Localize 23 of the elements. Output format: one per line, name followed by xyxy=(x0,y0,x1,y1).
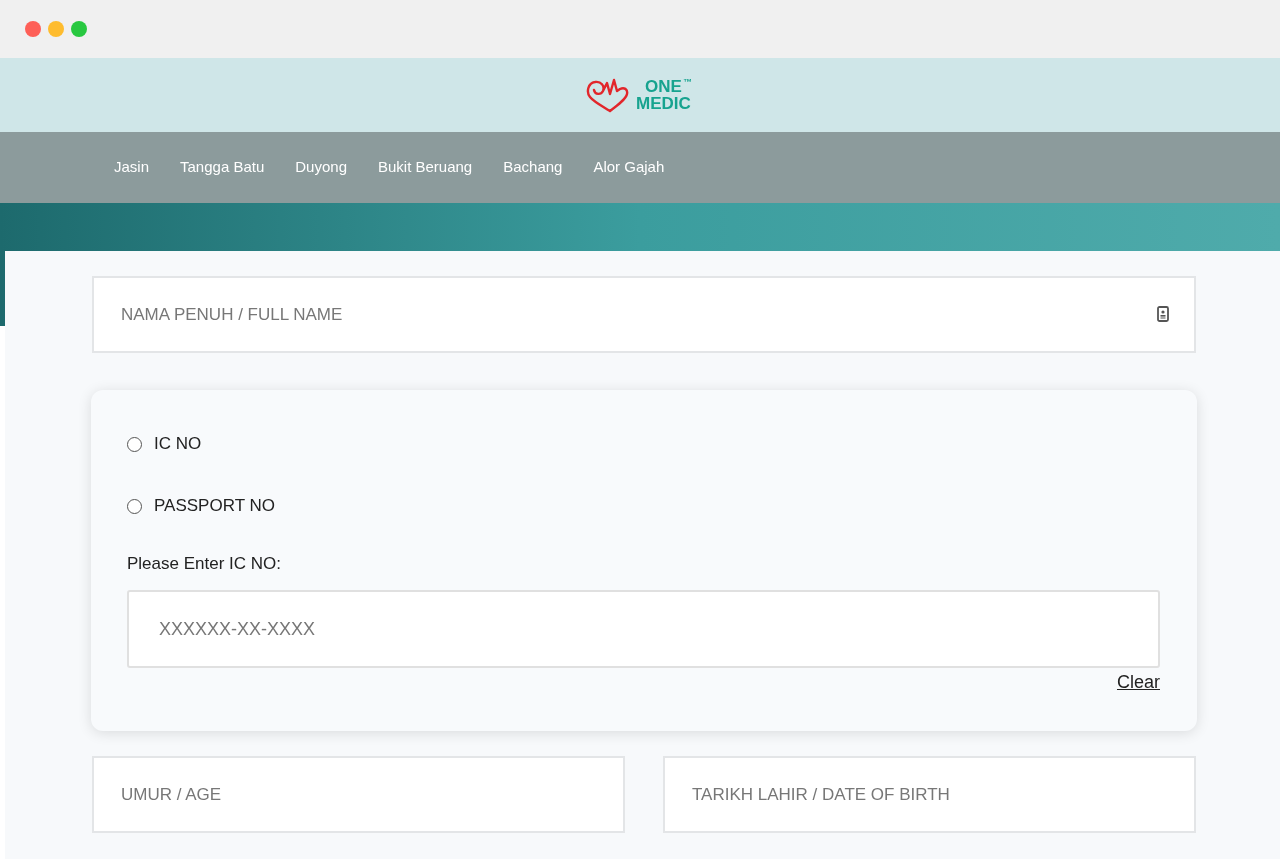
ic-number-field[interactable]: XXXXXX-XX-XXXX xyxy=(127,590,1160,668)
option-label[interactable]: IC NO xyxy=(154,434,202,454)
nav-link[interactable]: Jasin xyxy=(114,156,150,179)
id-card-icon xyxy=(1157,306,1169,322)
nav-link[interactable]: Duyong xyxy=(295,156,347,179)
full-name-field[interactable]: NAMA PENUH / FULL NAME xyxy=(92,276,1196,353)
age-field[interactable]: UMUR / AGE xyxy=(92,756,625,833)
option-label[interactable]: PASSPORT NO xyxy=(154,496,275,516)
field-label: Please Enter IC NO: xyxy=(127,554,281,574)
nav-link[interactable]: Tangga Batu xyxy=(180,156,265,179)
nav-link[interactable]: Alor Gajah xyxy=(593,156,665,179)
close-button[interactable] xyxy=(25,21,41,37)
radio-button[interactable] xyxy=(127,498,142,514)
clear-link[interactable]: Clear xyxy=(1117,671,1160,693)
date-of-birth-field[interactable]: TARIKH LAHIR / DATE OF BIRTH xyxy=(663,756,1196,833)
nav-link[interactable]: Bachang xyxy=(503,156,563,179)
radio-button[interactable] xyxy=(127,436,142,452)
trademark-sign: ™ xyxy=(682,77,692,87)
logo-text: MEDIC xyxy=(636,94,691,113)
nav-link[interactable]: Bukit Beruang xyxy=(378,156,473,179)
zoom-button[interactable] xyxy=(71,21,87,37)
logo-text: ONE xyxy=(645,77,682,95)
minimize-button[interactable] xyxy=(48,21,64,37)
